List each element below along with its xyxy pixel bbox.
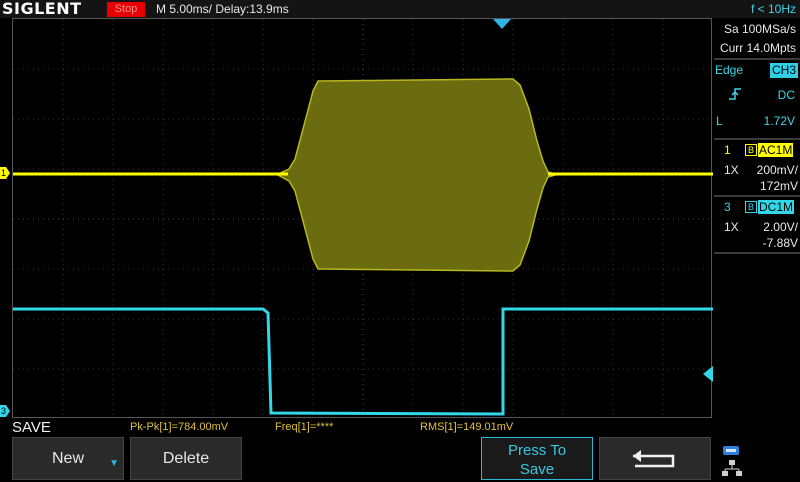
measurement-freq: Freq[1]=**** [275, 421, 334, 433]
trigger-level-value: 1.72V [763, 114, 795, 128]
ch1-scale: 200mV/ [756, 163, 798, 177]
measurement-pkpk: Pk-Pk[1]=784.00mV [130, 421, 229, 433]
panel-divider [714, 252, 800, 254]
delete-button-label: Delete [162, 450, 210, 467]
trigger-section[interactable]: Edge CH3 DC L 1.72V [714, 60, 800, 138]
ch3-info[interactable]: 3 B DC1M 1X 2.00V/ -7.88V [714, 198, 800, 252]
sample-rate: Sa 100MSa/s [723, 22, 796, 36]
ch1-coupling: AC1M [758, 143, 794, 157]
ch3-number: 3 [724, 200, 731, 214]
press-to-label: Press To [507, 442, 567, 459]
waveform-canvas [13, 19, 713, 419]
ch1-bandwidth-limit-badge: B [745, 144, 757, 156]
ch3-marker-label: 3 [1, 406, 7, 416]
run-stop-status[interactable]: Stop [107, 2, 145, 17]
ch1-offset-marker[interactable]: 1 [0, 167, 10, 179]
trigger-level-marker[interactable] [703, 366, 713, 382]
ch1-number: 1 [724, 143, 731, 157]
delete-button[interactable]: Delete [130, 437, 242, 480]
usb-icon [722, 443, 740, 455]
trigger-coupling: DC [777, 88, 795, 102]
trigger-frequency-readout: f < 10Hz [750, 2, 796, 16]
menu-title: SAVE [12, 419, 51, 436]
chevron-down-icon: ▼ [109, 458, 119, 469]
ch1-burst-envelope [277, 78, 556, 272]
return-arrow-icon [633, 450, 675, 468]
ch1-probe: 1X [724, 163, 739, 177]
memory-depth: Curr 14.0Mpts [719, 41, 796, 55]
ch1-info[interactable]: 1 B AC1M 1X 200mV/ 172mV [714, 141, 800, 195]
trigger-level-label: L [716, 114, 723, 128]
ch3-offset-marker[interactable]: 3 [0, 405, 10, 417]
brand-logo: SIGLENT [2, 0, 82, 18]
panel-divider [714, 195, 800, 197]
trigger-source-badge: CH3 [769, 63, 798, 78]
return-button[interactable] [599, 437, 711, 480]
waveform-display[interactable] [12, 18, 713, 419]
top-status-bar: SIGLENT Stop M 5.00ms/ Delay:13.9ms f < … [0, 0, 800, 18]
trigger-position-marker[interactable] [493, 19, 511, 29]
new-button[interactable]: New ▼ [12, 437, 124, 480]
measurement-rms: RMS[1]=149.01mV [420, 421, 514, 433]
measurement-bar: SAVE Pk-Pk[1]=784.00mV Freq[1]=**** RMS[… [0, 418, 712, 436]
ch3-scale: 2.00V/ [763, 220, 798, 234]
timebase-readout[interactable]: M 5.00ms/ Delay:13.9ms [156, 1, 289, 17]
ch3-coupling: DC1M [758, 200, 795, 214]
save-label: Save [519, 461, 555, 478]
ch3-probe: 1X [724, 220, 739, 234]
panel-divider [714, 138, 800, 140]
network-icon [722, 459, 742, 477]
trigger-type: Edge [715, 63, 744, 77]
right-info-panel: Sa 100MSa/s Curr 14.0Mpts Edge CH3 DC L … [714, 18, 800, 418]
rising-edge-icon [728, 87, 742, 106]
ch3-offset: -7.88V [762, 236, 798, 250]
ch1-offset: 172mV [759, 179, 798, 193]
new-button-label: New [51, 450, 84, 467]
press-to-save-button[interactable]: Press To Save [481, 437, 593, 480]
ch1-marker-label: 1 [1, 168, 7, 178]
ch3-bandwidth-limit-badge: B [745, 201, 757, 213]
